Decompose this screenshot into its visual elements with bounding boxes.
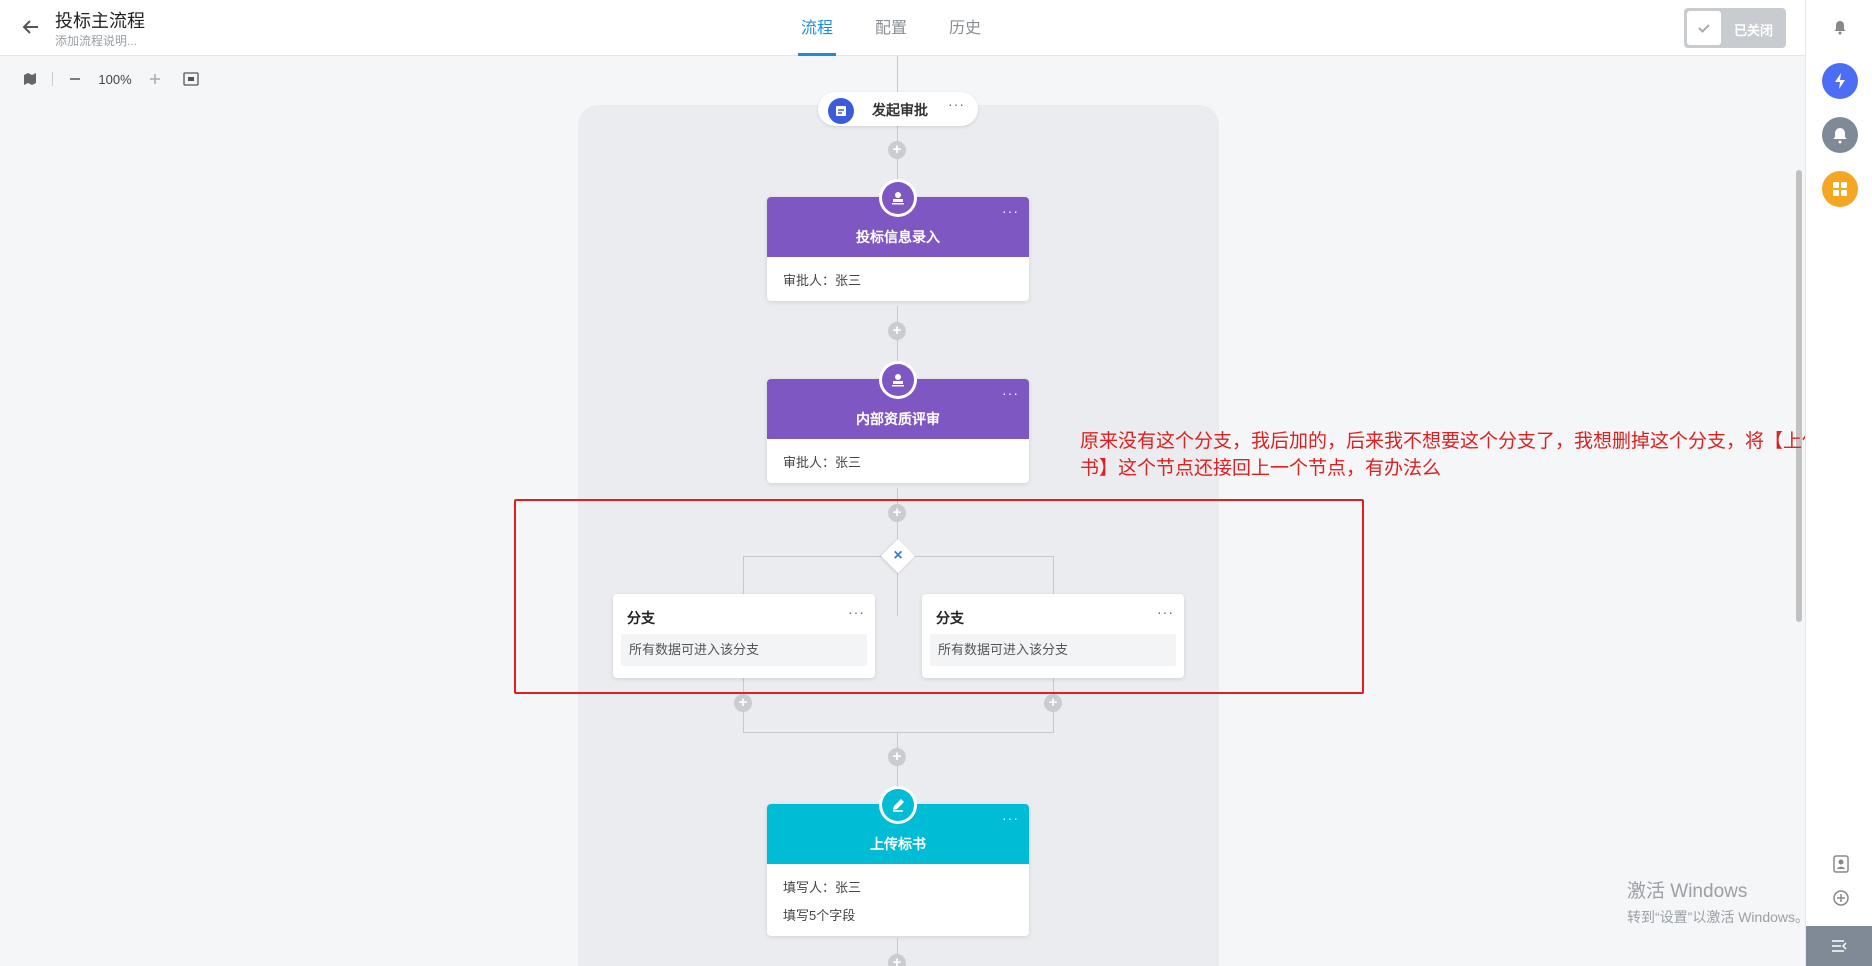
fit-screen-icon[interactable] (179, 68, 203, 90)
more-icon[interactable]: ··· (948, 96, 965, 112)
node-title: 投标信息录入 (856, 229, 940, 245)
add-node-button[interactable]: + (888, 322, 906, 340)
node-filler: 填写人：张三 (783, 880, 862, 895)
stamp-icon (882, 182, 914, 214)
node-icon-badge (879, 361, 917, 399)
add-node-button[interactable]: + (734, 694, 752, 712)
toggle-label: 已关闭 (1734, 23, 1774, 38)
contact-card-icon[interactable] (1832, 855, 1850, 873)
node-icon-badge (879, 179, 917, 217)
zoom-out-icon[interactable] (63, 68, 87, 90)
divider (52, 72, 53, 86)
add-node-button[interactable]: + (1044, 694, 1062, 712)
node-title: 内部资质评审 (856, 411, 940, 427)
apps-grid-icon[interactable] (1822, 171, 1858, 207)
tab-flow[interactable]: 流程 (780, 0, 854, 56)
check-icon (1687, 11, 1721, 45)
zoom-in-icon[interactable] (143, 68, 167, 90)
annotation-text: 原来没有这个分支，我后加的，后来我不想要这个分支了，我想删掉这个分支，将【上传标… (1080, 431, 1841, 479)
fill-node[interactable]: 上传标书 ··· 填写人：张三 填写5个字段 (767, 786, 1029, 936)
start-node[interactable]: 发起审批 ··· (818, 92, 978, 126)
bell-icon[interactable] (1822, 9, 1858, 45)
node-body: 填写人：张三 填写5个字段 (767, 864, 1029, 936)
stamp-icon (882, 364, 914, 396)
node-header: 投标信息录入 ··· (767, 179, 1029, 257)
enable-toggle[interactable]: 已关闭 (1684, 8, 1786, 48)
node-title: 上传标书 (870, 836, 926, 852)
canvas-toolbar: 100% (18, 68, 203, 90)
branch-card[interactable]: 分支 ··· 所有数据可进入该分支 (922, 594, 1184, 678)
flow-title[interactable]: 投标主流程 (55, 7, 145, 33)
flow-description[interactable]: 添加流程说明... (55, 32, 137, 49)
branch-card[interactable]: 分支 ··· 所有数据可进入该分支 (613, 594, 875, 678)
node-approver: 审批人：张三 (783, 273, 862, 288)
branch-title: 分支 (936, 610, 964, 626)
chat-add-icon[interactable] (1832, 889, 1850, 907)
add-node-button[interactable]: + (888, 748, 906, 766)
back-arrow-icon[interactable] (20, 16, 42, 38)
add-node-button[interactable]: + (888, 504, 906, 522)
tab-config[interactable]: 配置 (854, 0, 928, 56)
branch-condition: 所有数据可进入该分支 (930, 634, 1176, 666)
node-icon-badge (879, 786, 917, 824)
node-header: 内部资质评审 ··· (767, 361, 1029, 439)
node-fields: 填写5个字段 (783, 908, 856, 923)
branch-title: 分支 (627, 610, 655, 626)
approval-node[interactable]: 内部资质评审 ··· 审批人：张三 (767, 361, 1029, 483)
map-icon[interactable] (18, 68, 42, 90)
collapse-panel-icon[interactable] (1806, 926, 1872, 966)
approval-icon (828, 98, 854, 124)
node-approver: 审批人：张三 (783, 455, 862, 470)
node-header: 上传标书 ··· (767, 786, 1029, 864)
more-icon[interactable]: ··· (848, 604, 865, 620)
node-body: 审批人：张三 (767, 439, 1029, 483)
main-tabs: 流程 配置 历史 (780, 0, 1002, 56)
branch-bottom-line (743, 732, 1054, 733)
windows-watermark: 激活 Windows 转到“设置”以激活 Windows。 (1627, 876, 1809, 927)
more-icon[interactable]: ··· (1002, 810, 1019, 826)
add-node-button[interactable]: + (888, 954, 906, 966)
top-header: 投标主流程 添加流程说明... 流程 配置 历史 已关闭 (0, 0, 1805, 56)
connector-line (1053, 556, 1054, 594)
add-node-button[interactable]: + (888, 141, 906, 159)
approval-node[interactable]: 投标信息录入 ··· 审批人：张三 (767, 179, 1029, 301)
tab-history[interactable]: 历史 (928, 0, 1002, 56)
connector-line (743, 556, 744, 594)
close-icon[interactable]: × (886, 544, 910, 568)
edit-icon (882, 789, 914, 821)
branch-condition: 所有数据可进入该分支 (621, 634, 867, 666)
notification-icon[interactable] (1822, 117, 1858, 153)
ai-assistant-icon[interactable] (1822, 63, 1858, 99)
connector-line (897, 56, 898, 92)
more-icon[interactable]: ··· (1002, 203, 1019, 219)
canvas-scrollbar[interactable] (1796, 170, 1802, 622)
more-icon[interactable]: ··· (1002, 385, 1019, 401)
start-node-label: 发起审批 (872, 102, 928, 118)
watermark-line1: 激活 Windows (1627, 881, 1748, 902)
node-body: 审批人：张三 (767, 257, 1029, 301)
more-icon[interactable]: ··· (1157, 604, 1174, 620)
watermark-line2: 转到“设置”以激活 Windows。 (1627, 909, 1810, 925)
flow-canvas[interactable]: 发起审批 ··· + + + + + + + 投标信息录入 ··· 审批人：张三 (0, 56, 1805, 966)
right-rail (1805, 0, 1872, 966)
zoom-level: 100% (98, 71, 132, 87)
